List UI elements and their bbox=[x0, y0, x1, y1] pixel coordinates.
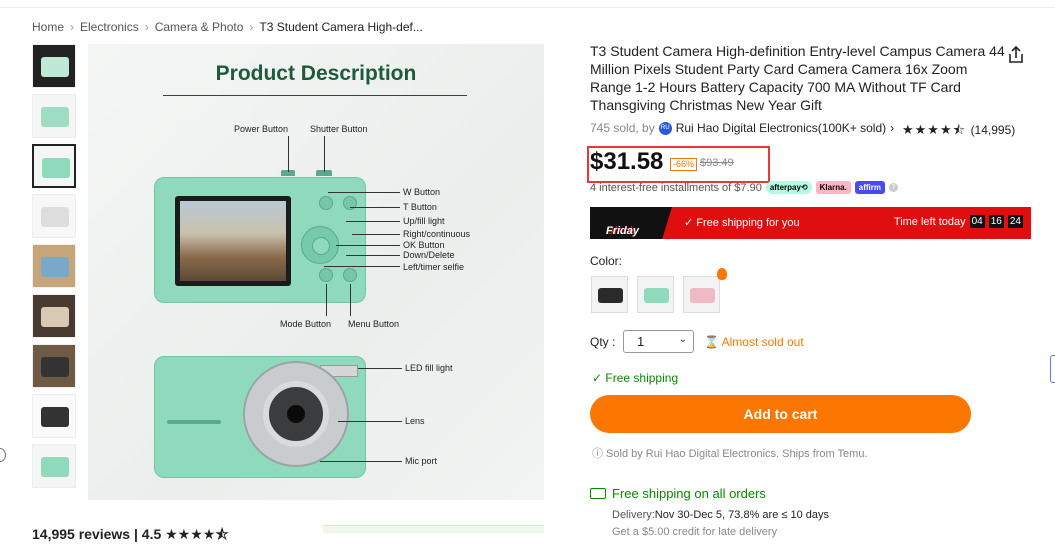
chevron-down-icon: ⌄ bbox=[678, 334, 687, 345]
time-left-label: Time left today bbox=[893, 215, 966, 228]
mode-button-graphic bbox=[319, 268, 333, 282]
breadcrumb-separator: › bbox=[144, 20, 149, 34]
breadcrumb-home[interactable]: Home bbox=[32, 20, 64, 34]
banner-free-shipping: ✓ Free shipping for you bbox=[684, 217, 800, 229]
thumbnail[interactable] bbox=[32, 94, 76, 138]
black-friday-banner: Black Friday ✓ Free shipping for you Tim… bbox=[590, 207, 1031, 239]
label-lens: Lens bbox=[405, 416, 425, 426]
add-to-cart-button[interactable]: Add to cart bbox=[590, 395, 971, 433]
menu-button-graphic bbox=[343, 268, 357, 282]
countdown: Time left today 04 16 24 bbox=[894, 215, 1023, 228]
countdown-hours: 04 bbox=[969, 215, 985, 228]
qty-label: Qty : bbox=[590, 335, 616, 349]
delivery-label: Delivery: bbox=[612, 509, 655, 521]
product-title: T3 Student Camera High-definition Entry-… bbox=[590, 43, 1005, 113]
label-down-delete: Down/Delete bbox=[403, 250, 455, 260]
free-shipping-row: ✓ Free shipping bbox=[592, 371, 678, 385]
discount-badge: -66% bbox=[670, 158, 698, 171]
delivery-value: Nov 30-Dec 5, 73.8% are ≤ 10 days bbox=[654, 509, 829, 521]
thumbnail-selected[interactable] bbox=[32, 144, 76, 188]
w-button-graphic bbox=[319, 196, 333, 210]
thumbnail[interactable] bbox=[32, 294, 76, 338]
camera-front-illustration bbox=[154, 356, 366, 478]
price: $31.58 bbox=[590, 148, 664, 175]
side-panel-handle[interactable] bbox=[1050, 355, 1055, 383]
countdown-minutes: 16 bbox=[988, 215, 1004, 228]
thumbnail[interactable] bbox=[32, 394, 76, 438]
black-friday-logo: Black Friday bbox=[590, 207, 672, 239]
thumbnail[interactable] bbox=[32, 244, 76, 288]
label-right-continuous: Right/continuous bbox=[403, 229, 471, 239]
reviews-summary[interactable]: 14,995 reviews | 4.5 ★★★★⯪ bbox=[32, 524, 229, 548]
camera-screen bbox=[175, 196, 291, 286]
sold-by-notice: ⓘ Sold by Rui Hao Digital Electronics. S… bbox=[592, 448, 868, 460]
delivery-row: Delivery:Nov 30-Dec 5, 73.8% are ≤ 10 da… bbox=[612, 509, 829, 521]
breadcrumb: Home › Electronics › Camera & Photo › T3… bbox=[32, 20, 423, 34]
breadcrumb-electronics[interactable]: Electronics bbox=[80, 20, 139, 34]
afterpay-badge[interactable]: afterpay⟲ bbox=[765, 181, 812, 194]
store-link[interactable]: Rui Hao Digital Electronics(100K+ sold) bbox=[676, 121, 886, 135]
label-ok-button: OK Button bbox=[403, 240, 445, 250]
thumbnail[interactable] bbox=[32, 44, 76, 88]
label-mic-port: Mic port bbox=[405, 456, 438, 466]
sold-count: 745 sold, by bbox=[590, 121, 655, 135]
label-left-timer-selfie: Left/timer selfie bbox=[403, 262, 465, 272]
color-option-pink[interactable] bbox=[683, 276, 720, 313]
countdown-seconds: 24 bbox=[1007, 215, 1023, 228]
free-shipping-text: Free shipping bbox=[605, 371, 679, 385]
breadcrumb-separator: › bbox=[249, 20, 254, 34]
thumbnail[interactable] bbox=[32, 444, 76, 488]
heading-underline bbox=[163, 95, 467, 96]
color-label: Color: bbox=[590, 254, 623, 268]
sales-meta: 745 sold, by RU Rui Hao Digital Electron… bbox=[590, 121, 894, 135]
original-price: $93.49 bbox=[700, 157, 734, 169]
klarna-badge[interactable]: Klarna. bbox=[815, 181, 851, 194]
late-delivery-credit: Get a $5.00 credit for late delivery bbox=[612, 526, 778, 538]
label-t-button: T Button bbox=[403, 202, 437, 212]
label-menu-button: Menu Button bbox=[348, 319, 400, 329]
affirm-badge[interactable]: affirm bbox=[854, 181, 885, 194]
breadcrumb-separator: › bbox=[70, 20, 75, 34]
label-led-fill-light: LED fill light bbox=[405, 363, 453, 373]
truck-icon bbox=[590, 488, 606, 499]
free-shipping-all-orders[interactable]: Free shipping on all orders bbox=[590, 486, 766, 501]
camera-back-illustration bbox=[154, 177, 366, 303]
thumbnail[interactable] bbox=[32, 194, 76, 238]
product-main-image[interactable]: Product Description Power Button Shutter… bbox=[88, 44, 544, 500]
label-up-fill-light: Up/fill light bbox=[403, 216, 445, 226]
color-option-black[interactable] bbox=[591, 276, 628, 313]
breadcrumb-camera-photo[interactable]: Camera & Photo bbox=[155, 20, 244, 34]
product-description-heading: Product Description bbox=[215, 62, 417, 85]
info-icon[interactable]: ? bbox=[889, 183, 898, 192]
qty-select[interactable]: 1 ⌄ bbox=[623, 330, 694, 353]
thumbnail-list bbox=[32, 44, 78, 494]
label-mode-button: Mode Button bbox=[280, 319, 332, 329]
color-option-green[interactable] bbox=[637, 276, 674, 313]
lens-graphic bbox=[243, 361, 349, 467]
breadcrumb-current: T3 Student Camera High-def... bbox=[259, 20, 423, 34]
rating-count[interactable]: (14,995) bbox=[971, 123, 1016, 137]
label-power-button: Power Button bbox=[234, 124, 289, 134]
rating[interactable]: ★★★★⯪ (14,995) bbox=[902, 121, 1015, 143]
free-shipping-all-orders-text: Free shipping on all orders bbox=[612, 486, 766, 501]
label-shutter-button: Shutter Button bbox=[310, 124, 368, 134]
rating-stars: ★★★★⯪ bbox=[902, 122, 966, 137]
promo-strip bbox=[323, 525, 544, 533]
store-logo-icon: RU bbox=[658, 121, 672, 135]
check-icon: ✓ bbox=[592, 371, 603, 385]
hot-fire-icon bbox=[717, 268, 727, 280]
dpad-graphic bbox=[301, 226, 339, 264]
label-w-button: W Button bbox=[403, 187, 441, 197]
share-icon[interactable] bbox=[1006, 45, 1026, 65]
installments-row: 4 interest-free installments of $7.90 af… bbox=[590, 181, 898, 194]
almost-sold-out: ⌛ Almost sold out bbox=[704, 335, 804, 349]
chevron-right-icon: › bbox=[890, 121, 895, 135]
installments-text: 4 interest-free installments of $7.90 bbox=[590, 181, 762, 194]
left-arrow-icon[interactable] bbox=[0, 448, 6, 462]
qty-value: 1 bbox=[637, 334, 645, 349]
thumbnail[interactable] bbox=[32, 344, 76, 388]
top-divider bbox=[0, 0, 1055, 8]
